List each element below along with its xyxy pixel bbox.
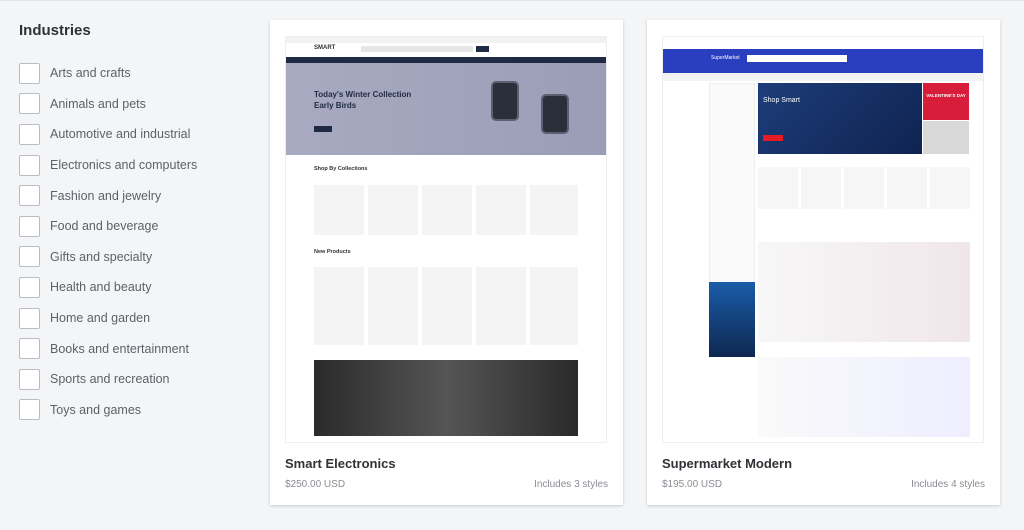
filter-checkbox[interactable] xyxy=(19,154,40,176)
filter-label: Automotive and industrial xyxy=(50,127,191,142)
filter-option[interactable]: Home and garden xyxy=(19,303,249,334)
filter-checkbox[interactable] xyxy=(19,123,40,145)
theme-card-supermarket-modern[interactable]: SuperMarket Shop Smart VALENTINE'S DAY S… xyxy=(647,20,1000,505)
filter-heading: Industries xyxy=(19,22,91,39)
filter-label: Electronics and computers xyxy=(50,158,198,173)
filter-label: Gifts and specialty xyxy=(50,249,153,264)
preview-promo: VALENTINE'S DAY xyxy=(923,83,969,120)
theme-styles-count: Includes 3 styles xyxy=(534,479,608,490)
filter-option[interactable]: Arts and crafts xyxy=(19,58,249,89)
filter-checkbox[interactable] xyxy=(19,215,40,237)
preview-hero-title: Shop Smart xyxy=(763,97,800,104)
industries-filter: Industries Arts and crafts Animals and pe… xyxy=(19,20,249,425)
filter-checkbox[interactable] xyxy=(19,62,40,84)
preview-hero-title: Today's Winter Collection Early Birds xyxy=(314,90,412,110)
filter-option[interactable]: Sports and recreation xyxy=(19,364,249,395)
filter-label: Toys and games xyxy=(50,402,142,417)
filter-label: Arts and crafts xyxy=(50,66,131,81)
filter-option[interactable]: Food and beverage xyxy=(19,211,249,242)
filter-checkbox[interactable] xyxy=(19,185,40,207)
filter-label: Home and garden xyxy=(50,311,151,326)
filter-checkbox[interactable] xyxy=(19,307,40,329)
theme-price: $250.00 USD xyxy=(285,479,346,490)
theme-price: $195.00 USD xyxy=(662,479,723,490)
filter-option[interactable]: Electronics and computers xyxy=(19,150,249,181)
filter-option[interactable]: Animals and pets xyxy=(19,89,249,120)
theme-preview-image[interactable]: SuperMarket Shop Smart VALENTINE'S DAY xyxy=(662,36,984,443)
preview-section-title: Shop By Collections xyxy=(314,166,368,172)
theme-card-smart-electronics[interactable]: SMART Today's Winter Collection Early Bi… xyxy=(270,20,623,505)
filter-label: Animals and pets xyxy=(50,96,146,111)
filter-checkbox[interactable] xyxy=(19,246,40,268)
theme-name[interactable]: Supermarket Modern xyxy=(662,456,792,471)
filter-option[interactable]: Fashion and jewelry xyxy=(19,180,249,211)
filter-checkbox[interactable] xyxy=(19,338,40,360)
filter-option[interactable]: Gifts and specialty xyxy=(19,242,249,273)
theme-name[interactable]: Smart Electronics xyxy=(285,456,396,471)
filter-label: Books and entertainment xyxy=(50,341,189,356)
filter-label: Fashion and jewelry xyxy=(50,188,162,203)
preview-logo: SuperMarket xyxy=(711,55,740,61)
theme-preview-image[interactable]: SMART Today's Winter Collection Early Bi… xyxy=(285,36,607,443)
filter-label: Health and beauty xyxy=(50,280,152,295)
theme-styles-count: Includes 4 styles xyxy=(911,479,985,490)
filter-option[interactable]: Automotive and industrial xyxy=(19,119,249,150)
filter-option[interactable]: Health and beauty xyxy=(19,272,249,303)
preview-logo: SMART xyxy=(314,45,336,51)
filter-checkbox[interactable] xyxy=(19,93,40,115)
top-divider xyxy=(0,0,1024,1)
filter-checkbox[interactable] xyxy=(19,399,40,421)
filter-checkbox[interactable] xyxy=(19,368,40,390)
filter-checkbox[interactable] xyxy=(19,276,40,298)
filter-option[interactable]: Books and entertainment xyxy=(19,333,249,364)
filter-label: Sports and recreation xyxy=(50,372,170,387)
filter-label: Food and beverage xyxy=(50,219,159,234)
preview-section-title: New Products xyxy=(314,249,351,255)
filter-option[interactable]: Toys and games xyxy=(19,395,249,426)
